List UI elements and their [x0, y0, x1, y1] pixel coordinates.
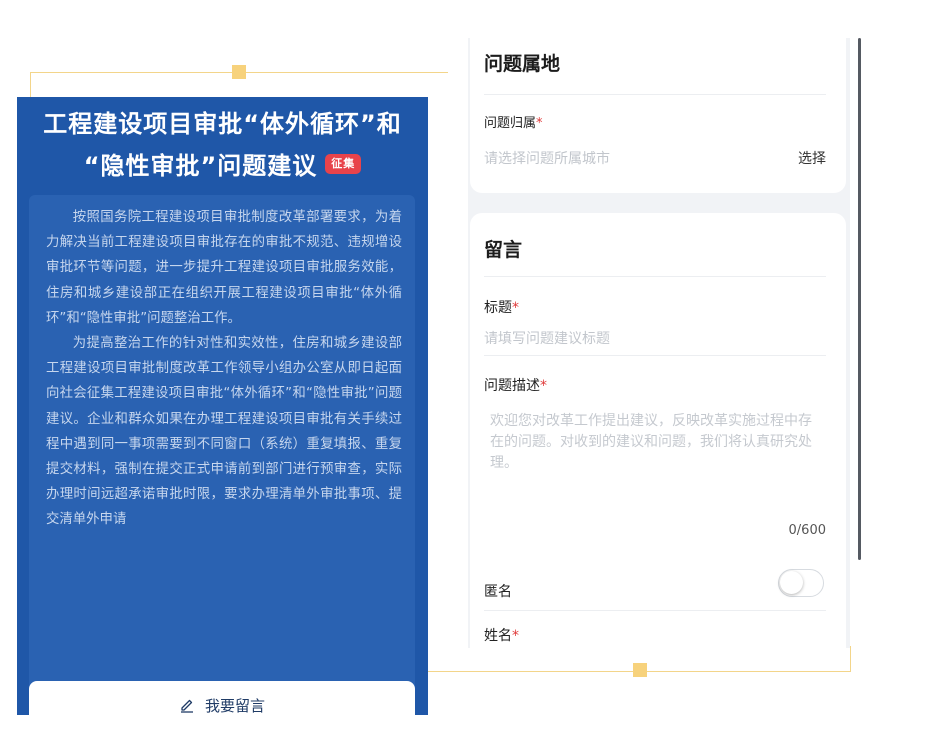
choose-city-button[interactable]: 选择: [798, 148, 826, 168]
title-input[interactable]: 请填写问题建议标题: [484, 328, 610, 348]
collect-badge: 征集: [325, 154, 362, 174]
notice-title-line2-text: “隐性审批”问题建议: [83, 152, 318, 180]
message-section-title: 留言: [484, 239, 523, 261]
city-select-placeholder[interactable]: 请选择问题所属城市: [484, 148, 610, 168]
pen-icon: [179, 681, 195, 715]
notice-title: 工程建设项目审批“体外循环”和 “隐性审批”问题建议 征集: [17, 103, 428, 187]
notice-body[interactable]: 按照国务院工程建设项目审批制度改革部署要求，为着力解决当前工程建设项目审批存在的…: [29, 195, 415, 715]
name-field-label-text: 姓名: [484, 628, 512, 644]
form-panel: 问题属地 问题归属* 请选择问题所属城市 选择 留言 标题* 请填写问题建议标题…: [468, 38, 850, 648]
title-field-label-text: 标题: [484, 300, 512, 316]
frame-dot-top: [232, 65, 246, 79]
frame-line-right: [850, 646, 851, 672]
leave-message-label: 我要留言: [204, 697, 265, 715]
notice-panel: 工程建设项目审批“体外循环”和 “隐性审批”问题建议 征集 按照国务院工程建设项目…: [17, 97, 428, 715]
message-card: 留言 标题* 请填写问题建议标题 问题描述* 欢迎您对改革工作提出建议，反映改革…: [470, 213, 846, 648]
required-mark: *: [536, 116, 543, 131]
divider: [484, 355, 826, 356]
anonymous-label: 匿名: [484, 584, 512, 600]
anonymous-toggle[interactable]: [778, 569, 824, 597]
form-scrollbar[interactable]: [858, 38, 861, 560]
location-card: 问题属地 问题归属* 请选择问题所属城市 选择: [470, 38, 846, 193]
name-field-label: 姓名*: [484, 625, 519, 645]
char-counter: 0/600: [788, 523, 826, 538]
toggle-knob: [780, 571, 803, 594]
divider: [484, 276, 826, 277]
notice-title-line2: “隐性审批”问题建议 征集: [17, 145, 428, 187]
notice-title-line1: 工程建设项目审批“体外循环”和: [43, 110, 402, 138]
required-mark: *: [512, 628, 519, 644]
frame-dot-bottom: [633, 663, 647, 677]
frame-line-left: [30, 72, 31, 98]
location-field-label-text: 问题归属: [484, 116, 537, 131]
location-section-title: 问题属地: [484, 53, 561, 75]
description-field-label-text: 问题描述: [484, 378, 540, 394]
description-textarea[interactable]: 欢迎您对改革工作提出建议，反映改革实施过程中存在的问题。对收到的建议和问题，我们…: [490, 411, 820, 474]
required-mark: *: [540, 378, 547, 394]
divider: [484, 610, 826, 611]
required-mark: *: [512, 300, 519, 316]
notice-paragraph-1: 按照国务院工程建设项目审批制度改革部署要求，为着力解决当前工程建设项目审批存在的…: [46, 210, 402, 326]
leave-message-button[interactable]: 我要留言: [29, 681, 415, 715]
divider: [484, 94, 826, 95]
description-field-label: 问题描述*: [484, 375, 547, 395]
title-field-label: 标题*: [484, 297, 519, 317]
location-field-label: 问题归属*: [484, 112, 543, 131]
notice-text: 按照国务院工程建设项目审批制度改革部署要求，为着力解决当前工程建设项目审批存在的…: [46, 205, 402, 533]
notice-paragraph-2: 为提高整治工作的针对性和实效性，住房和城乡建设部工程建设项目审批制度改革工作领导…: [46, 336, 402, 528]
